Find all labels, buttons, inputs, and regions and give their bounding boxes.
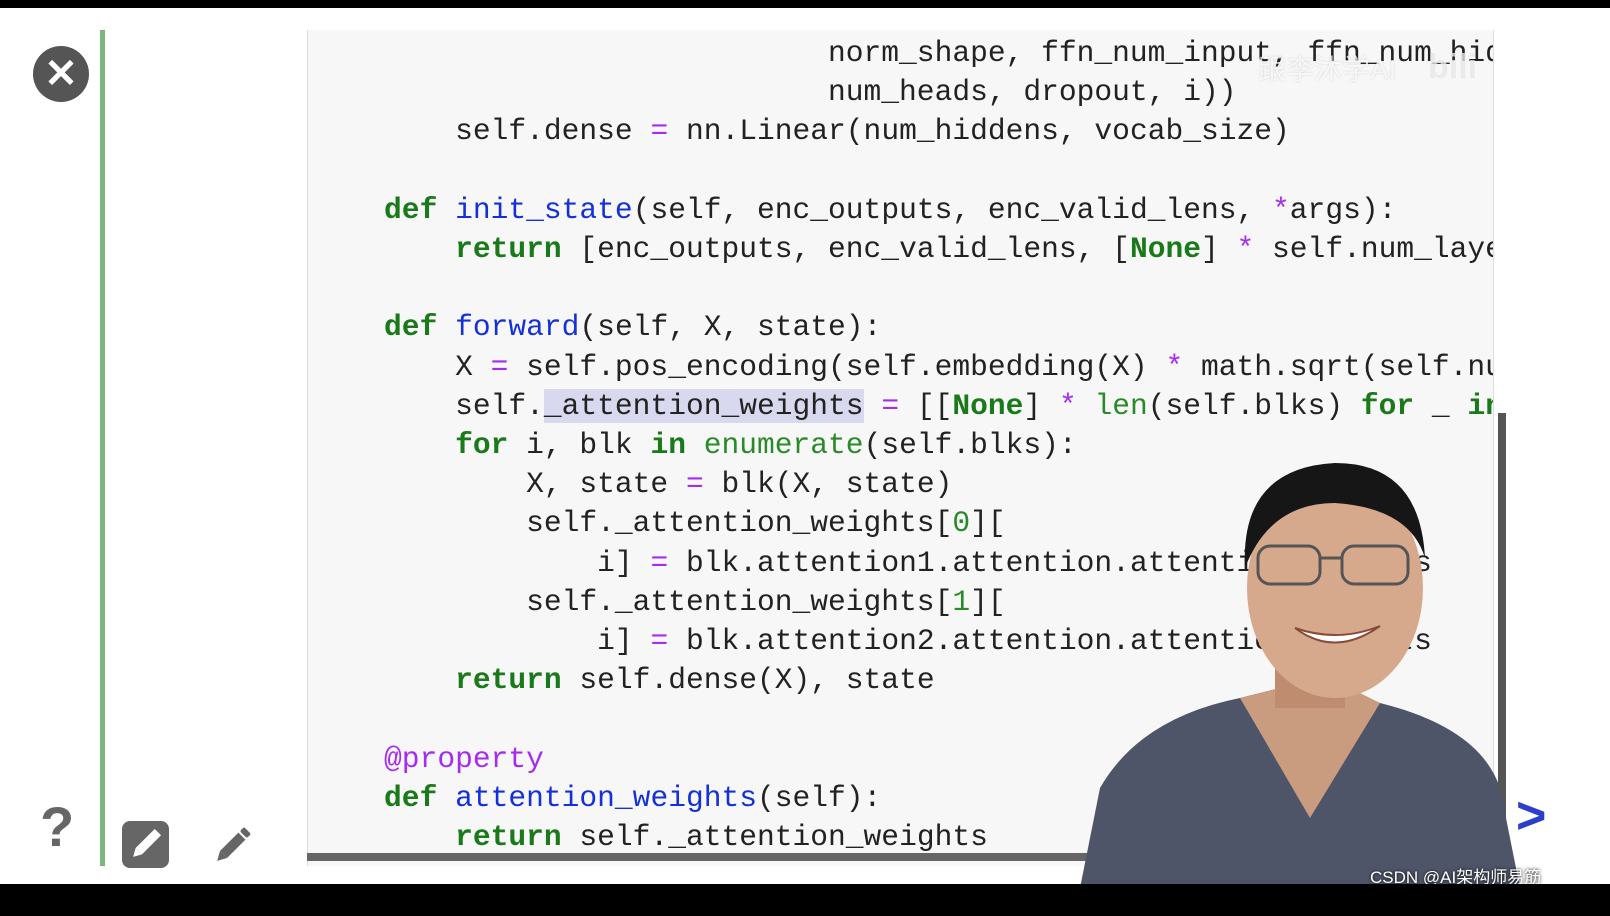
code-token: = (685, 467, 704, 502)
question-icon[interactable]: ? (40, 794, 74, 859)
code-token: = (650, 624, 669, 659)
code-token: ][ (970, 506, 1006, 541)
code-token: X, state (313, 467, 686, 502)
code-token: (self.blks): (863, 428, 1077, 463)
code-token: def (384, 310, 438, 345)
code-token: * (1236, 232, 1255, 267)
code-token: self._attention_weights (561, 820, 988, 855)
code-token: self._attention_weights[ (313, 584, 953, 619)
code-token: = (881, 388, 900, 423)
presenter-video-overlay (1080, 463, 1520, 884)
code-line: ​ (313, 152, 1493, 191)
edit-box-icon[interactable] (122, 821, 169, 868)
code-token: return (455, 232, 562, 267)
notebook-slide: ✕ ? norm_shape, ffn_num_input, ffn_num_h… (0, 8, 1610, 884)
highlighted-token: _attention_weights (543, 388, 864, 423)
code-token: nn.Linear(num_hiddens, vocab_size) (668, 114, 1290, 149)
code-token: (self): (757, 780, 882, 815)
code-token: return (455, 663, 562, 698)
code-token: = (650, 545, 669, 580)
code-token: [[ (899, 388, 953, 423)
code-token: attention_weights (455, 780, 757, 815)
bilibili-logo: bili (1428, 48, 1478, 86)
code-token: for (455, 428, 509, 463)
code-token: blk(X, state) (703, 467, 953, 502)
code-token: self.dense (313, 114, 651, 149)
code-token: i] (313, 545, 651, 580)
code-token: for (1360, 388, 1415, 423)
code-token: = (650, 114, 669, 149)
code-token: enumerate (703, 428, 864, 463)
code-token: 1 (952, 584, 971, 619)
code-token: _ (1414, 388, 1468, 423)
code-line: def forward(self, X, state): (313, 308, 1493, 347)
code-token: * (1165, 349, 1184, 384)
code-token: * (1272, 192, 1290, 227)
close-icon[interactable]: ✕ (33, 46, 89, 102)
code-token: self.dense(X), state (561, 663, 935, 698)
code-token: self._attention_weights[ (313, 506, 953, 541)
code-token: X (313, 349, 491, 384)
code-token: (self.blks) (1147, 388, 1361, 423)
code-token: self.num_layers] (1272, 232, 1493, 267)
code-token: None (1129, 232, 1201, 267)
code-token: (self, enc_outputs, enc_valid_lens, (632, 192, 1273, 227)
code-token: [enc_outputs, enc_valid_lens, [ (561, 232, 1130, 267)
code-token: 0 (952, 506, 971, 541)
code-token: num_heads, dropout, i)) (313, 75, 1237, 110)
code-line: return [enc_outputs, enc_valid_lens, [No… (313, 230, 1493, 269)
code-token: i, blk (508, 428, 651, 463)
code-token: (self, X, state): (579, 310, 882, 345)
credit-text: CSDN @AI架构师易筋 (1370, 868, 1542, 884)
code-token: args): (1289, 192, 1397, 227)
code-token: return (455, 820, 562, 855)
code-token: self.pos_encoding(self.embedding(X) (508, 349, 1166, 384)
code-line: self._attention_weights = [[None] * len(… (313, 387, 1493, 426)
code-token: ] (1023, 388, 1059, 423)
code-token: * (1058, 388, 1077, 423)
code-token: in (1467, 388, 1493, 423)
code-token: math.sqrt(self.num_hiddens)) (1200, 349, 1493, 384)
code-line: def init_state(self, enc_outputs, enc_va… (313, 191, 1493, 230)
code-token: forward (455, 310, 580, 345)
horizontal-scrollbar[interactable] (307, 853, 1107, 861)
code-token: def (384, 780, 438, 815)
code-token: len (1094, 388, 1148, 423)
code-token: ] (1200, 232, 1237, 267)
code-token: i] (313, 624, 651, 659)
code-token: init_state (455, 192, 633, 227)
code-line: ​ (313, 269, 1493, 308)
code-token: in (650, 428, 686, 463)
code-token: = (490, 349, 509, 384)
chevron-right-icon[interactable]: > (1516, 786, 1546, 846)
code-token: None (952, 388, 1024, 423)
pencil-icon[interactable] (210, 824, 254, 873)
watermark: 跟李沐学AI (1258, 54, 1397, 85)
code-line: self.dense = nn.Linear(num_hiddens, voca… (313, 112, 1493, 151)
code-token: @property (384, 741, 544, 776)
code-line: X = self.pos_encoding(self.embedding(X) … (313, 348, 1493, 387)
code-token: self. (313, 388, 544, 423)
code-token: ][ (970, 584, 1006, 619)
cell-selection-bar (100, 30, 105, 866)
code-token: def (384, 192, 438, 227)
